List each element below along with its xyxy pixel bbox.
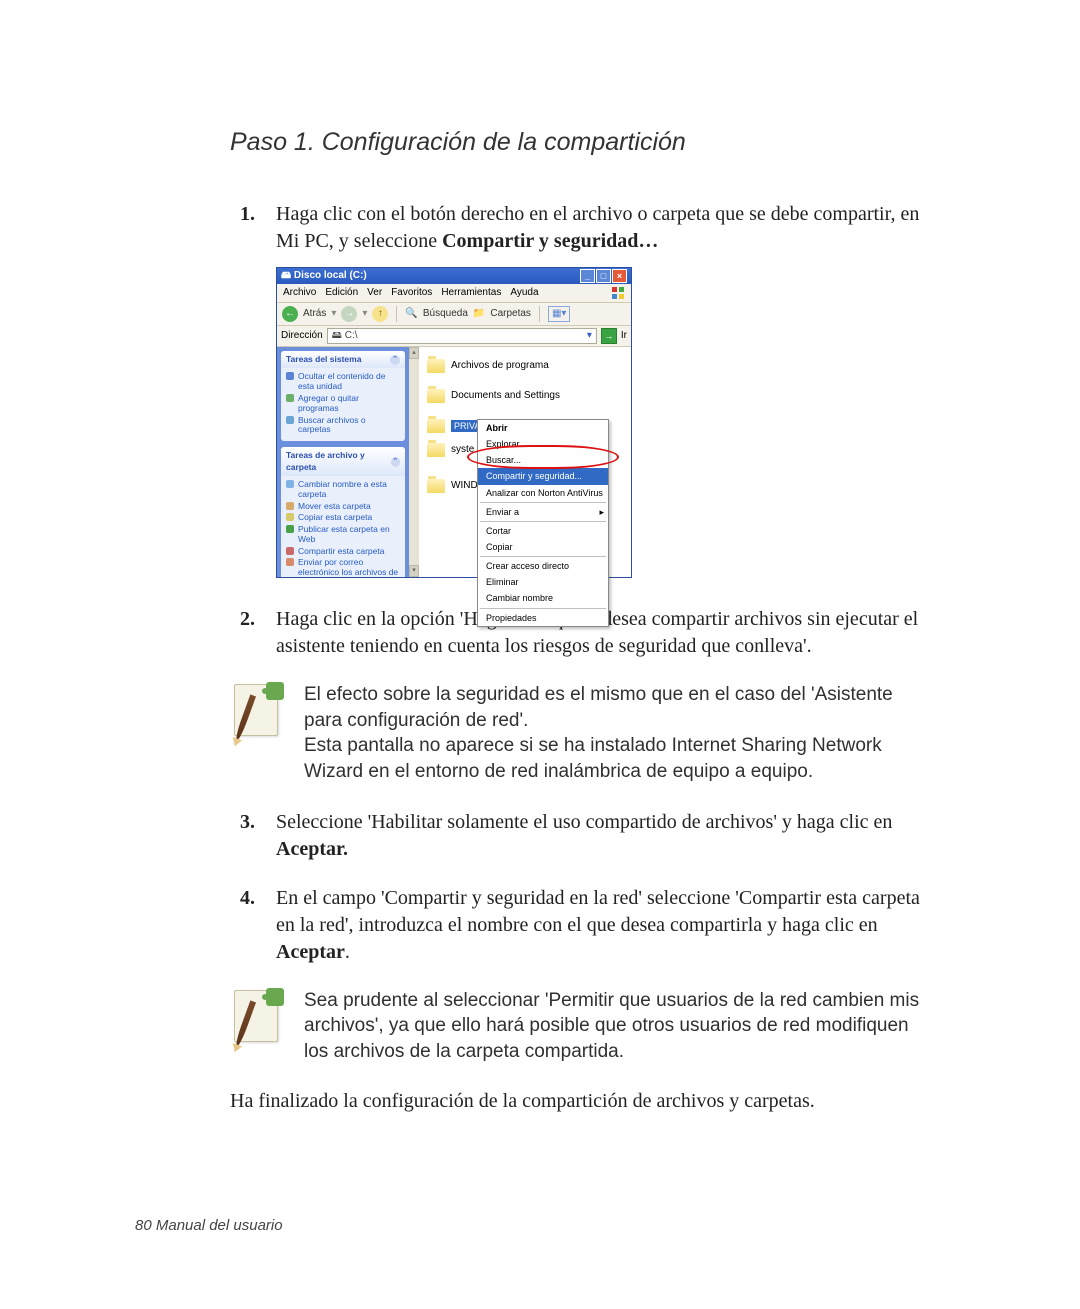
explorer-screenshot: 🖴 Disco local (C:) _ □ × Archivo Edición… [276,267,930,578]
instruction-dot: . [345,941,350,963]
menu-herramientas[interactable]: Herramientas [441,286,501,300]
folder-icon [427,479,445,493]
ctx-abrir[interactable]: Abrir [478,420,608,436]
task-search[interactable]: Buscar archivos o carpetas [286,415,400,437]
folder-icon [427,389,445,403]
ctx-compartir[interactable]: Compartir y seguridad... [478,468,608,484]
list-number: 1. [240,201,255,228]
folder-label: WIND [451,479,478,493]
task-move[interactable]: Mover esta carpeta [286,501,400,513]
forward-button[interactable]: → [341,306,357,322]
maximize-button[interactable]: □ [596,269,611,283]
note-paragraph: Esta pantalla no aparece si se ha instal… [304,733,930,784]
minimize-button[interactable]: _ [580,269,595,283]
list-number: 2. [240,606,255,633]
folder-label: Documents and Settings [451,389,560,403]
folder-label: Archivos de programa [451,359,549,373]
views-button[interactable]: ▦▾ [548,306,570,322]
instruction-text: En el campo 'Compartir y seguridad en la… [276,887,920,936]
task-rename[interactable]: Cambiar nombre a esta carpeta [286,479,400,501]
closing-paragraph: Ha finalizado la configuración de la com… [230,1088,930,1115]
up-button[interactable]: ↑ [372,306,388,322]
page-footer: 80 Manual del usuario [135,1217,283,1234]
panel-header: Tareas del sistema [286,354,361,365]
system-tasks-panel: Tareas del sistema ⌃ Ocultar el contenido… [281,351,405,441]
collapse-icon[interactable]: ⌃ [390,355,400,365]
instruction-1: 1. Haga clic con el botón derecho en el … [276,201,930,578]
document-page: Paso 1. Configuración de la compartición… [0,0,1080,1309]
highlight-ring [467,445,619,469]
instruction-3: 3. Seleccione 'Habilitar solamente el us… [276,809,930,863]
list-number: 3. [240,809,255,836]
task-email[interactable]: Enviar por correo electrónico los archiv… [286,557,400,577]
step-title: Paso 1. Configuración de la compartición [230,128,930,157]
menu-ayuda[interactable]: Ayuda [510,286,538,300]
sidebar-scrollbar[interactable]: ▴▾ [409,347,419,577]
ctx-copiar[interactable]: Copiar [478,539,608,555]
windows-logo-icon [611,286,625,300]
address-value: C:\ [345,329,358,343]
ctx-propiedades[interactable]: Propiedades [478,610,608,626]
note-text: Sea prudente al seleccionar 'Permitir qu… [304,988,930,1065]
folder-content: Archivos de programa Documents and Setti… [419,347,631,577]
folder-icon [427,443,445,457]
window-title: 🖴 Disco local (C:) [281,269,367,283]
toolbar: ← Atrás ▾ → ▾ ↑ 🔍 Búsqueda 📁 Carpetas ▦▾ [277,303,631,326]
instruction-list-cont: 3. Seleccione 'Habilitar solamente el us… [230,809,930,966]
menu-bar: Archivo Edición Ver Favoritos Herramient… [277,284,631,303]
note-icon [230,988,284,1052]
ctx-renombrar[interactable]: Cambiar nombre [478,590,608,606]
task-publish[interactable]: Publicar esta carpeta en Web [286,524,400,546]
window-titlebar: 🖴 Disco local (C:) _ □ × [277,268,631,284]
task-copy[interactable]: Copiar esta carpeta [286,512,400,524]
go-label: Ir [621,329,627,343]
ctx-acceso[interactable]: Crear acceso directo [478,558,608,574]
note-paragraph: El efecto sobre la seguridad es el mismo… [304,682,930,733]
folder-item[interactable]: Archivos de programa [427,359,623,373]
menu-ver[interactable]: Ver [367,286,382,300]
ctx-enviar[interactable]: Enviar a▸ [478,504,608,520]
note-block-2: Sea prudente al seleccionar 'Permitir qu… [230,988,930,1065]
folder-item[interactable]: Documents and Settings [427,389,623,403]
explorer-body: Tareas del sistema ⌃ Ocultar el contenido… [277,347,631,577]
explorer-window: 🖴 Disco local (C:) _ □ × Archivo Edición… [276,267,632,578]
back-button[interactable]: ← [282,306,298,322]
address-bar: Dirección 🖴 C:\ ▾ → Ir [277,326,631,347]
task-hide-contents[interactable]: Ocultar el contenido de esta unidad [286,371,400,393]
note-text: El efecto sobre la seguridad es el mismo… [304,682,930,785]
task-sidebar: Tareas del sistema ⌃ Ocultar el contenido… [277,347,409,577]
ctx-eliminar[interactable]: Eliminar [478,574,608,590]
note-paragraph: Sea prudente al seleccionar 'Permitir qu… [304,988,930,1065]
back-label: Atrás [303,307,326,321]
file-tasks-panel: Tareas de archivo y carpeta⌃ Cambiar nom… [281,447,405,577]
folders-label[interactable]: Carpetas [490,307,531,321]
instruction-bold: Aceptar. [276,838,348,860]
instruction-bold: Compartir y seguridad… [442,230,658,252]
address-label: Dirección [281,329,323,343]
instruction-list: 1. Haga clic con el botón derecho en el … [230,201,930,660]
panel-header: Tareas de archivo y carpeta [286,450,391,473]
window-buttons: _ □ × [580,269,627,283]
list-number: 4. [240,885,255,912]
folder-icon [427,419,445,433]
task-add-remove[interactable]: Agregar o quitar programas [286,393,400,415]
menu-favoritos[interactable]: Favoritos [391,286,432,300]
menu-archivo[interactable]: Archivo [283,286,316,300]
close-button[interactable]: × [612,269,627,283]
note-icon [230,682,284,746]
ctx-cortar[interactable]: Cortar [478,523,608,539]
instruction-bold: Aceptar [276,941,345,963]
ctx-norton[interactable]: Analizar con Norton AntiVirus [478,485,608,501]
go-button[interactable]: → [601,328,617,344]
instruction-4: 4. En el campo 'Compartir y seguridad en… [276,885,930,966]
address-field[interactable]: 🖴 C:\ ▾ [327,328,597,344]
note-block-1: El efecto sobre la seguridad es el mismo… [230,682,930,785]
menu-edicion[interactable]: Edición [325,286,358,300]
instruction-text: Seleccione 'Habilitar solamente el uso c… [276,811,892,833]
search-label[interactable]: Búsqueda [423,307,468,321]
folder-icon [427,359,445,373]
collapse-icon[interactable]: ⌃ [391,457,400,467]
task-share[interactable]: Compartir esta carpeta [286,546,400,558]
